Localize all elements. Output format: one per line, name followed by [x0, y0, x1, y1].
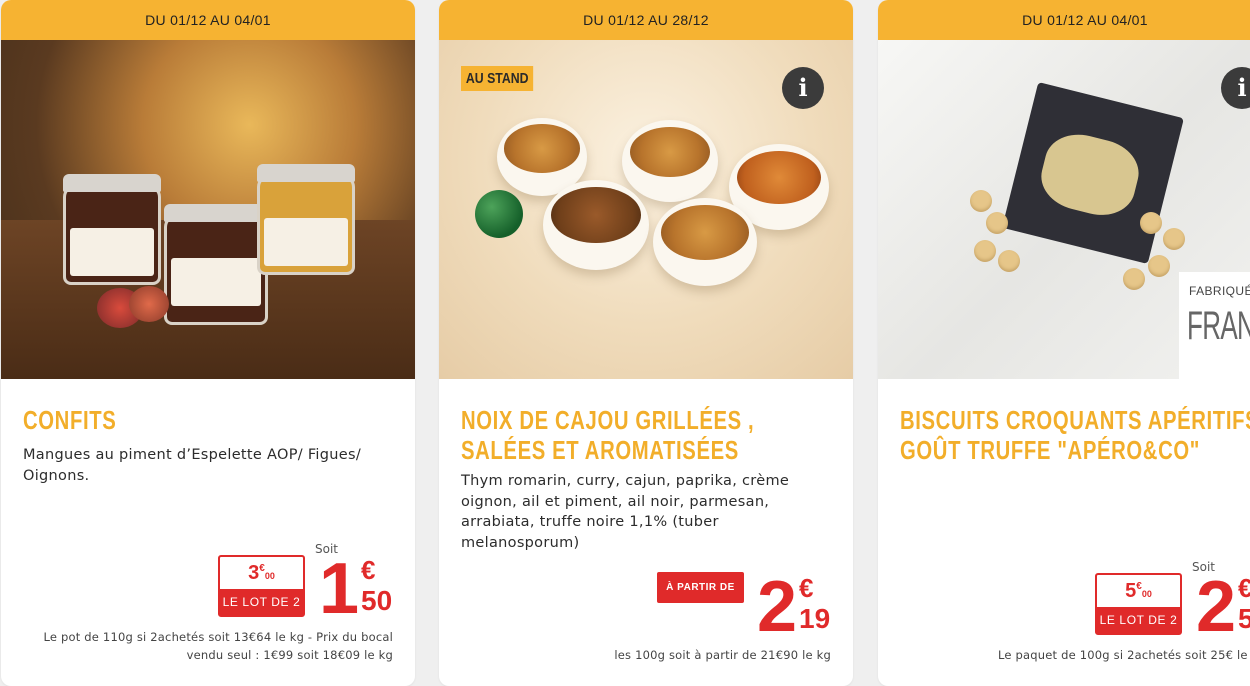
- price-footnote: Le paquet de 100g si 2achetés soit 25€ l…: [998, 648, 1250, 662]
- product-title: BISCUITS CROQUANTS APÉRITIFS GOÛT TRUFFE…: [900, 405, 1250, 465]
- product-description: Thym romarin, curry, cajun, paprika, crè…: [461, 473, 790, 551]
- unit-price: 2 € 19: [757, 567, 831, 647]
- price-footnote: les 100g soit à partir de 21€90 le kg: [614, 648, 831, 662]
- lot-label: LE LOT DE 2: [1097, 607, 1180, 633]
- lot-price: 5€00: [1125, 580, 1152, 602]
- a-partir-badge: À PARTIR DE: [657, 572, 744, 603]
- date-banner: DU 01/12 AU 04/01: [1, 0, 415, 40]
- lot-price-box: 5€00 LE LOT DE 2: [1095, 573, 1182, 635]
- fabrique-en-france-tag: FABRIQUÉ FRANCE: [1179, 272, 1250, 379]
- info-icon[interactable]: i: [1221, 67, 1250, 109]
- product-title: NOIX DE CAJOU GRILLÉES , SALÉES ET AROMA…: [461, 405, 755, 465]
- product-image: AU STAND i: [439, 40, 853, 379]
- offers-carousel: DU 01/12 AU 04/01 CONFITS Mangues au pim…: [0, 0, 1250, 686]
- product-image: i FABRIQUÉ FRANCE: [878, 40, 1250, 379]
- price-footnote: Le pot de 110g si 2achetés soit 13€64 le…: [43, 630, 393, 662]
- stand-badge: AU STAND: [461, 66, 534, 91]
- unit-price: 1 € 50: [319, 549, 393, 629]
- offer-card-biscuits-aperitifs[interactable]: DU 01/12 AU 04/01 i FABRIQUÉ FRANCE BISC…: [878, 0, 1250, 686]
- date-banner: DU 01/12 AU 28/12: [439, 0, 853, 40]
- product-image: [1, 40, 415, 379]
- product-title: CONFITS: [23, 405, 117, 435]
- date-banner: DU 01/12 AU 04/01: [878, 0, 1250, 40]
- lot-price-box: 3€00 LE LOT DE 2: [218, 555, 305, 617]
- info-icon[interactable]: i: [782, 67, 824, 109]
- offer-card-confits[interactable]: DU 01/12 AU 04/01 CONFITS Mangues au pim…: [1, 0, 415, 686]
- unit-price: 2 € 50: [1196, 567, 1250, 647]
- offer-card-noix-de-cajou[interactable]: DU 01/12 AU 28/12 AU STAND i NOIX DE CAJ…: [439, 0, 853, 686]
- lot-price: 3€00: [248, 562, 275, 584]
- product-description: Mangues au piment d’Espelette AOP/ Figue…: [23, 447, 361, 484]
- lot-label: LE LOT DE 2: [220, 589, 303, 615]
